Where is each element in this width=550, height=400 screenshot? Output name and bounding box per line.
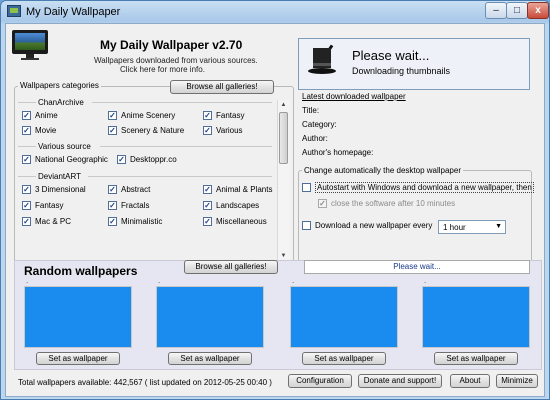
checkbox-checked-icon[interactable]: ✓	[108, 201, 117, 210]
latest-wallpaper-link[interactable]: Latest downloaded wallpaper	[302, 92, 406, 101]
checkbox-checked-icon[interactable]: ✓	[22, 155, 31, 164]
checkbox-checked-icon[interactable]: ✓	[117, 155, 126, 164]
magic-hat-icon	[306, 44, 340, 80]
set-wallpaper-button[interactable]: Set as wallpaper	[168, 352, 252, 365]
section-divider	[18, 102, 36, 103]
client-area: My Daily Wallpaper v2.70 Wallpapers down…	[5, 23, 545, 397]
browse-galleries-button[interactable]: Browse all galleries!	[170, 80, 274, 94]
configuration-button[interactable]: Configuration	[288, 374, 352, 388]
title-bar[interactable]: My Daily Wallpaper – □ x	[1, 1, 549, 23]
about-button[interactable]: About	[450, 374, 490, 388]
section-divider	[18, 146, 36, 147]
auto-change-group-label: Change automatically the desktop wallpap…	[302, 166, 463, 175]
monitor-icon	[12, 30, 48, 60]
status-subtitle: Downloading thumbnails	[352, 66, 451, 76]
checkbox-checked-icon[interactable]: ✓	[108, 126, 117, 135]
checkbox-checked-icon[interactable]: ✓	[22, 111, 31, 120]
checkbox-unchecked-icon[interactable]	[302, 221, 311, 230]
interval-dropdown[interactable]: 1 hour ▼	[438, 220, 506, 234]
checkbox-checked-icon[interactable]: ✓	[22, 185, 31, 194]
checkbox-checked-icon[interactable]: ✓	[203, 201, 212, 210]
set-wallpaper-button[interactable]: Set as wallpaper	[302, 352, 386, 365]
section-chanarchive: ChanArchive	[38, 98, 84, 107]
checkbox-checked-icon[interactable]: ✓	[203, 111, 212, 120]
wallpaper-thumbnail[interactable]	[290, 286, 398, 348]
close-window-button[interactable]: x	[527, 2, 549, 19]
app-window: My Daily Wallpaper – □ x My Daily Wallpa…	[0, 0, 550, 400]
app-title: My Daily Wallpaper v2.70	[100, 38, 243, 52]
wallpaper-thumbnail[interactable]	[156, 286, 264, 348]
section-divider	[88, 176, 272, 177]
author-homepage-label: Author's homepage:	[302, 148, 374, 157]
checkbox-checked-icon[interactable]: ✓	[22, 217, 31, 226]
thumbnail-marker: .	[424, 276, 427, 285]
categories-group-label: Wallpapers categories	[18, 81, 101, 90]
thumbnail-marker: .	[26, 276, 29, 285]
checkbox-checked-icon[interactable]: ✓	[22, 201, 31, 210]
section-deviantart: DeviantART	[38, 172, 81, 181]
thumbnail-marker: .	[292, 276, 295, 285]
scroll-thumb[interactable]	[279, 112, 288, 164]
random-wallpapers-title: Random wallpapers	[24, 264, 138, 278]
section-divider	[92, 102, 272, 103]
scroll-up-icon[interactable]: ▲	[279, 101, 288, 110]
chevron-down-icon[interactable]: ▼	[495, 223, 502, 230]
checkbox-checked-icon[interactable]: ✓	[203, 185, 212, 194]
category-label: Category:	[302, 120, 337, 129]
set-wallpaper-button[interactable]: Set as wallpaper	[36, 352, 120, 365]
window-title: My Daily Wallpaper	[26, 6, 121, 18]
checkbox-checked-icon[interactable]: ✓	[318, 199, 327, 208]
wallpaper-thumbnail[interactable]	[422, 286, 530, 348]
checkbox-unchecked-icon[interactable]	[302, 183, 311, 192]
title-label: Title:	[302, 106, 320, 115]
set-wallpaper-button[interactable]: Set as wallpaper	[434, 352, 518, 365]
status-title: Please wait...	[352, 48, 430, 63]
checkbox-checked-icon[interactable]: ✓	[108, 185, 117, 194]
checkbox-checked-icon[interactable]: ✓	[22, 126, 31, 135]
app-subtitle[interactable]: Wallpapers downloaded from various sourc…	[94, 56, 258, 65]
status-bar-text: Total wallpapers available: 442,567 ( li…	[18, 378, 272, 387]
donate-button[interactable]: Donate and support!	[358, 374, 442, 388]
checkbox-checked-icon[interactable]: ✓	[108, 217, 117, 226]
section-divider	[18, 176, 36, 177]
section-divider	[100, 146, 272, 147]
checkbox-checked-icon[interactable]: ✓	[203, 217, 212, 226]
random-status-field: Please wait...	[304, 260, 530, 274]
minimize-button[interactable]: Minimize	[496, 374, 538, 388]
random-browse-galleries-button[interactable]: Browse all galleries!	[184, 260, 278, 274]
app-icon	[7, 5, 21, 17]
minimize-window-button[interactable]: –	[485, 2, 507, 19]
interval-value: 1 hour	[443, 223, 466, 232]
section-various-source: Various source	[38, 142, 91, 151]
checkbox-checked-icon[interactable]: ✓	[108, 111, 117, 120]
maximize-window-button[interactable]: □	[506, 2, 528, 19]
thumbnail-marker: .	[158, 276, 161, 285]
author-label: Author:	[302, 134, 328, 143]
checkbox-checked-icon[interactable]: ✓	[203, 126, 212, 135]
wallpaper-thumbnail[interactable]	[24, 286, 132, 348]
more-info-link[interactable]: Click here for more info.	[120, 65, 205, 74]
categories-scrollbar[interactable]: ▲ ▼	[277, 100, 290, 263]
